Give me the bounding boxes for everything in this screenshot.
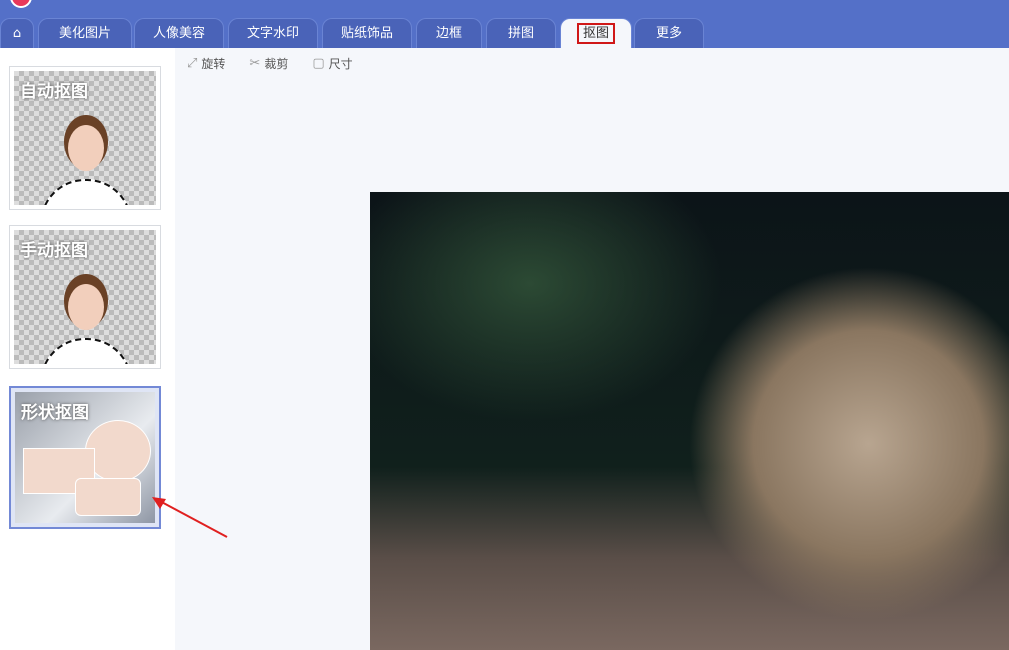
size-button[interactable]: ▢ 尺寸 bbox=[312, 55, 352, 72]
card-label: 自动抠图 bbox=[20, 77, 88, 102]
tab-portrait[interactable]: 人像美容 bbox=[134, 18, 224, 48]
rotate-button[interactable]: ⤢ 旋转 bbox=[187, 55, 225, 72]
tab-collage[interactable]: 拼图 bbox=[486, 18, 556, 48]
size-label: 尺寸 bbox=[329, 55, 353, 72]
tab-label: 拼图 bbox=[508, 26, 534, 41]
red-arrow-annotation bbox=[150, 495, 230, 540]
tab-more[interactable]: 更多 bbox=[634, 18, 704, 48]
home-icon: ⌂ bbox=[13, 26, 21, 41]
card-label: 形状抠图 bbox=[21, 398, 89, 423]
rotate-icon: ⤢ bbox=[187, 56, 197, 71]
header-bar: ⌂ 美化图片 人像美容 文字水印 贴纸饰品 边框 拼图 抠图 更多 bbox=[0, 0, 1009, 48]
tab-text[interactable]: 文字水印 bbox=[228, 18, 318, 48]
tab-label: 边框 bbox=[436, 26, 462, 41]
tab-label: 抠图 bbox=[577, 23, 615, 44]
image-canvas[interactable] bbox=[370, 192, 1009, 650]
tab-home[interactable]: ⌂ bbox=[0, 18, 34, 48]
scissors-icon: ✂ bbox=[249, 56, 260, 71]
crop-button[interactable]: ✂ 裁剪 bbox=[249, 55, 288, 72]
tab-label: 更多 bbox=[656, 26, 682, 41]
tab-label: 美化图片 bbox=[59, 26, 111, 41]
size-icon: ▢ bbox=[312, 56, 324, 71]
manual-cutout-card[interactable]: 手动抠图 bbox=[9, 225, 161, 369]
tab-cutout[interactable]: 抠图 bbox=[560, 18, 632, 48]
tab-sticker[interactable]: 贴纸饰品 bbox=[322, 18, 412, 48]
rotate-label: 旋转 bbox=[201, 55, 225, 72]
tab-label: 文字水印 bbox=[247, 26, 299, 41]
crop-label: 裁剪 bbox=[264, 55, 288, 72]
rounded-thumb bbox=[75, 478, 141, 516]
app-logo bbox=[10, 0, 32, 8]
card-label: 手动抠图 bbox=[20, 236, 88, 261]
tab-beautify[interactable]: 美化图片 bbox=[38, 18, 132, 48]
auto-cutout-card[interactable]: 自动抠图 bbox=[9, 66, 161, 210]
tab-label: 人像美容 bbox=[153, 26, 205, 41]
tab-border[interactable]: 边框 bbox=[416, 18, 482, 48]
edit-toolbar: ⤢ 旋转 ✂ 裁剪 ▢ 尺寸 bbox=[175, 48, 353, 78]
cutout-panel: 自动抠图 手动抠图 形状抠图 bbox=[0, 48, 175, 650]
shape-cutout-card[interactable]: 形状抠图 bbox=[9, 386, 161, 529]
tab-label: 贴纸饰品 bbox=[341, 26, 393, 41]
